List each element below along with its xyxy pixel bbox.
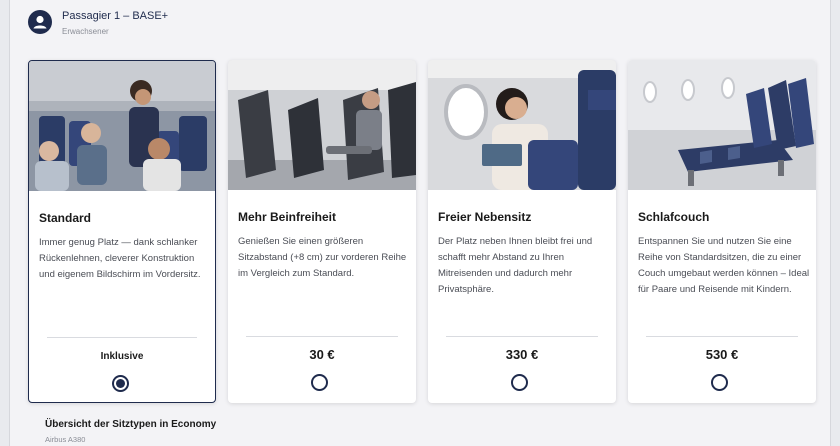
option-title: Freier Nebensitz (438, 210, 532, 224)
passenger-type: Erwachsener (62, 27, 109, 36)
option-price: 530 € (705, 347, 739, 362)
fare-panel: Passagier 1 – BASE+ Erwachsener Standard… (9, 0, 831, 446)
seat-option-freier-nebensitz[interactable]: Freier Nebensitz Der Platz neben Ihnen b… (428, 60, 616, 403)
option-title: Mehr Beinfreiheit (238, 210, 337, 224)
option-title: Standard (39, 211, 92, 225)
radio-standard[interactable] (112, 375, 129, 392)
option-description: Genießen Sie einen größeren Sitzabstand … (238, 236, 407, 279)
window-seat-image (428, 60, 616, 190)
option-description: Entspannen Sie und nutzen Sie eine Reihe… (638, 236, 810, 295)
divider (446, 336, 598, 337)
radio-schlafcouch[interactable] (711, 374, 728, 391)
user-avatar-icon (28, 10, 52, 34)
option-price: 330 € (505, 347, 539, 362)
option-description: Immer genug Platz — dank schlanker Rücke… (39, 237, 201, 280)
legroom-image (228, 60, 416, 190)
divider (246, 336, 398, 337)
radio-freier-nebensitz[interactable] (511, 374, 528, 391)
option-description: Der Platz neben Ihnen bleibt frei und sc… (438, 236, 593, 295)
radio-mehr-beinfreiheit[interactable] (311, 374, 328, 391)
option-price: Inklusive (100, 351, 144, 362)
radio-selected-dot (116, 379, 125, 388)
seat-option-mehr-beinfreiheit[interactable]: Mehr Beinfreiheit Genießen Sie einen grö… (228, 60, 416, 403)
divider (646, 336, 798, 337)
passenger-title: Passagier 1 – BASE+ (62, 10, 169, 22)
sleeper-couch-image (628, 60, 816, 190)
divider (47, 337, 197, 338)
seat-option-schlafcouch[interactable]: Schlafcouch Entspannen Sie und nutzen Si… (628, 60, 816, 403)
seat-types-overview-title: Übersicht der Sitztypen in Economy (45, 419, 217, 430)
passenger-header: Passagier 1 – BASE+ Erwachsener (28, 10, 228, 40)
aircraft-type: Airbus A380 (45, 435, 86, 444)
seat-option-standard[interactable]: Standard Immer genug Platz — dank schlan… (28, 60, 216, 403)
option-title: Schlafcouch (638, 210, 710, 224)
cabin-service-image (29, 61, 215, 191)
option-price: 30 € (309, 347, 335, 362)
